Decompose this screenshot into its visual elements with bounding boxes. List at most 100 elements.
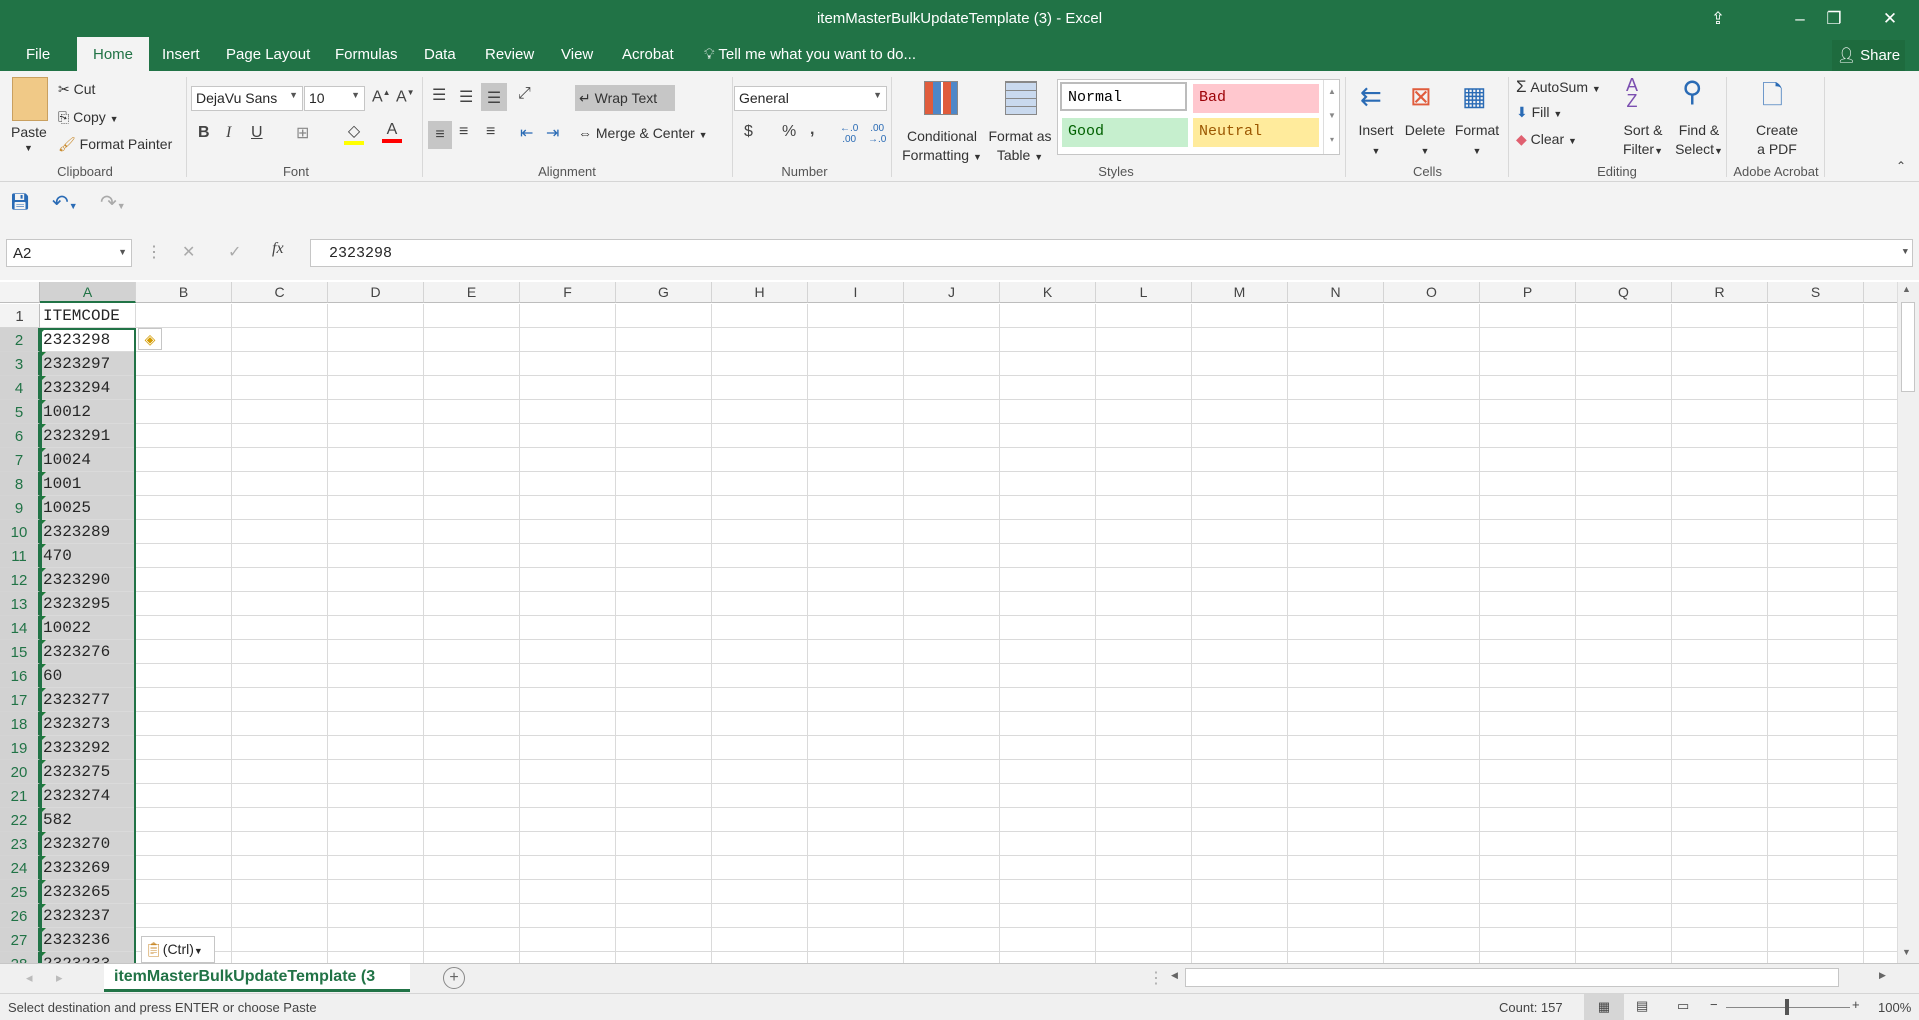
cell[interactable] [1864,304,1897,328]
cell[interactable] [136,568,232,592]
cell[interactable] [1288,880,1384,904]
cell[interactable] [1192,688,1288,712]
cell[interactable] [1096,352,1192,376]
scroll-left-icon[interactable]: ◀ [1171,970,1178,981]
cell[interactable] [1000,352,1096,376]
cell-A20[interactable]: 2323275 [40,760,136,784]
cell[interactable] [1576,520,1672,544]
sheet-tab[interactable]: itemMasterBulkUpdateTemplate (3 [104,964,410,992]
tab-page-layout[interactable]: Page Layout [224,37,312,71]
cell[interactable] [1384,568,1480,592]
cell[interactable] [1096,328,1192,352]
cell[interactable] [1480,760,1576,784]
cell[interactable] [1384,880,1480,904]
cell[interactable] [424,424,520,448]
cell[interactable] [1480,952,1576,963]
magnifier-icon[interactable]: ⚲ [1682,75,1703,108]
cell[interactable] [1192,448,1288,472]
cell[interactable] [1384,328,1480,352]
cell[interactable] [1288,424,1384,448]
cell[interactable] [904,664,1000,688]
find-select-button[interactable]: Find & Select▼ [1672,121,1726,161]
cell[interactable] [1288,760,1384,784]
font-color-icon[interactable]: A [382,121,402,143]
cell[interactable] [808,592,904,616]
cell[interactable] [712,352,808,376]
row-header-19[interactable]: 19 [0,736,40,760]
cell[interactable] [1672,880,1768,904]
cell[interactable] [1576,904,1672,928]
cell[interactable] [1480,424,1576,448]
cell[interactable] [1768,400,1864,424]
cell[interactable] [328,352,424,376]
cell[interactable] [712,616,808,640]
cell[interactable] [328,328,424,352]
cell[interactable] [1096,520,1192,544]
underline-button[interactable]: U [251,124,263,142]
cell[interactable] [232,424,328,448]
row-header-22[interactable]: 22 [0,808,40,832]
cell-A6[interactable]: 2323291 [40,424,136,448]
cell[interactable] [1480,400,1576,424]
cell[interactable] [1576,424,1672,448]
cell[interactable] [712,640,808,664]
cell[interactable] [1000,328,1096,352]
cell[interactable] [232,568,328,592]
cell[interactable] [1768,832,1864,856]
cell[interactable] [1768,448,1864,472]
cell[interactable] [1192,664,1288,688]
cell[interactable] [1864,544,1897,568]
cell-A27[interactable]: 2323236 [40,928,136,952]
cell[interactable] [1384,688,1480,712]
cell[interactable] [1576,808,1672,832]
cell-A14[interactable]: 10022 [40,616,136,640]
cell[interactable] [232,352,328,376]
cell[interactable] [1000,952,1096,963]
cell[interactable] [1000,760,1096,784]
cell[interactable] [808,760,904,784]
cell[interactable] [1096,928,1192,952]
cell[interactable] [1768,712,1864,736]
cell[interactable] [616,928,712,952]
cell[interactable] [904,832,1000,856]
cell[interactable] [136,352,232,376]
cell[interactable] [520,832,616,856]
cell[interactable] [136,520,232,544]
cell[interactable] [616,328,712,352]
cell[interactable] [424,616,520,640]
cell[interactable] [904,880,1000,904]
cell[interactable] [136,856,232,880]
cell[interactable] [136,904,232,928]
cell[interactable] [520,352,616,376]
cell[interactable] [616,592,712,616]
cell[interactable] [1288,592,1384,616]
format-painter-button[interactable]: 🖌︎ Format Painter [58,136,172,153]
zoom-level[interactable]: 100% [1878,1000,1911,1015]
cell[interactable] [1288,808,1384,832]
cell[interactable] [808,880,904,904]
cell[interactable] [1672,304,1768,328]
cell[interactable] [1192,736,1288,760]
decrease-font-size-icon[interactable]: A▼ [396,88,415,106]
cell[interactable] [1672,664,1768,688]
cell[interactable] [232,496,328,520]
cell[interactable] [1384,760,1480,784]
cell[interactable] [904,712,1000,736]
cell[interactable] [904,952,1000,963]
cell[interactable] [1288,376,1384,400]
cell[interactable] [1768,952,1864,963]
cell[interactable] [808,664,904,688]
cell[interactable] [1768,616,1864,640]
cell[interactable] [1672,496,1768,520]
cell[interactable] [904,736,1000,760]
cell[interactable] [1864,880,1897,904]
cell[interactable] [1096,400,1192,424]
cell[interactable] [1192,832,1288,856]
cell[interactable] [328,616,424,640]
row-header-26[interactable]: 26 [0,904,40,928]
cell[interactable] [1288,616,1384,640]
cell[interactable] [1096,496,1192,520]
cell[interactable] [328,472,424,496]
cell[interactable] [328,304,424,328]
percent-button[interactable]: % [782,123,796,141]
